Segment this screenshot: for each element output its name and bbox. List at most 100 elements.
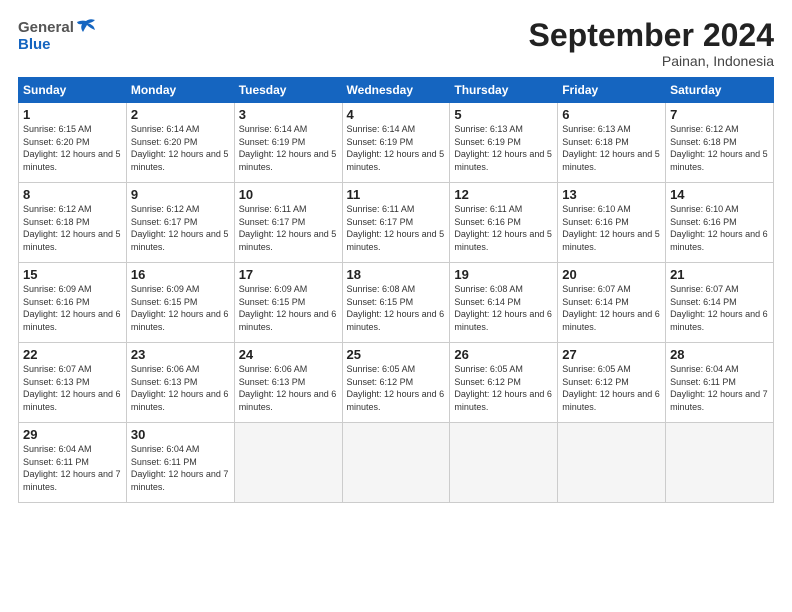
calendar-cell: 4 Sunrise: 6:14 AM Sunset: 6:19 PM Dayli… — [342, 103, 450, 183]
day-info: Sunrise: 6:05 AM Sunset: 6:12 PM Dayligh… — [454, 363, 553, 413]
day-info: Sunrise: 6:14 AM Sunset: 6:19 PM Dayligh… — [239, 123, 338, 173]
day-info: Sunrise: 6:08 AM Sunset: 6:15 PM Dayligh… — [347, 283, 446, 333]
calendar-cell: 21 Sunrise: 6:07 AM Sunset: 6:14 PM Dayl… — [666, 263, 774, 343]
calendar-cell: 9 Sunrise: 6:12 AM Sunset: 6:17 PM Dayli… — [126, 183, 234, 263]
calendar-cell: 12 Sunrise: 6:11 AM Sunset: 6:16 PM Dayl… — [450, 183, 558, 263]
day-number: 9 — [131, 187, 230, 202]
day-info: Sunrise: 6:11 AM Sunset: 6:17 PM Dayligh… — [239, 203, 338, 253]
calendar-cell: 7 Sunrise: 6:12 AM Sunset: 6:18 PM Dayli… — [666, 103, 774, 183]
calendar-cell — [342, 423, 450, 503]
calendar-cell: 27 Sunrise: 6:05 AM Sunset: 6:12 PM Dayl… — [558, 343, 666, 423]
day-number: 27 — [562, 347, 661, 362]
header-friday: Friday — [558, 78, 666, 103]
day-info: Sunrise: 6:14 AM Sunset: 6:20 PM Dayligh… — [131, 123, 230, 173]
title-area: September 2024 Painan, Indonesia — [529, 18, 774, 69]
header-saturday: Saturday — [666, 78, 774, 103]
day-number: 11 — [347, 187, 446, 202]
day-number: 30 — [131, 427, 230, 442]
calendar-cell: 26 Sunrise: 6:05 AM Sunset: 6:12 PM Dayl… — [450, 343, 558, 423]
day-number: 22 — [23, 347, 122, 362]
calendar-cell — [234, 423, 342, 503]
header: General Blue September 2024 Painan, Indo… — [18, 18, 774, 69]
day-info: Sunrise: 6:12 AM Sunset: 6:18 PM Dayligh… — [23, 203, 122, 253]
day-info: Sunrise: 6:07 AM Sunset: 6:13 PM Dayligh… — [23, 363, 122, 413]
day-number: 26 — [454, 347, 553, 362]
day-number: 14 — [670, 187, 769, 202]
day-info: Sunrise: 6:04 AM Sunset: 6:11 PM Dayligh… — [670, 363, 769, 413]
day-info: Sunrise: 6:10 AM Sunset: 6:16 PM Dayligh… — [670, 203, 769, 253]
calendar-cell — [450, 423, 558, 503]
calendar-cell: 18 Sunrise: 6:08 AM Sunset: 6:15 PM Dayl… — [342, 263, 450, 343]
day-info: Sunrise: 6:14 AM Sunset: 6:19 PM Dayligh… — [347, 123, 446, 173]
calendar-cell: 6 Sunrise: 6:13 AM Sunset: 6:18 PM Dayli… — [558, 103, 666, 183]
logo-bird-icon — [75, 18, 97, 36]
calendar-cell: 8 Sunrise: 6:12 AM Sunset: 6:18 PM Dayli… — [19, 183, 127, 263]
weekday-header-row: Sunday Monday Tuesday Wednesday Thursday… — [19, 78, 774, 103]
day-info: Sunrise: 6:07 AM Sunset: 6:14 PM Dayligh… — [670, 283, 769, 333]
day-info: Sunrise: 6:09 AM Sunset: 6:15 PM Dayligh… — [239, 283, 338, 333]
logo-blue-text: Blue — [18, 36, 51, 53]
day-info: Sunrise: 6:04 AM Sunset: 6:11 PM Dayligh… — [23, 443, 122, 493]
calendar-cell — [558, 423, 666, 503]
calendar-cell: 13 Sunrise: 6:10 AM Sunset: 6:16 PM Dayl… — [558, 183, 666, 263]
day-info: Sunrise: 6:08 AM Sunset: 6:14 PM Dayligh… — [454, 283, 553, 333]
calendar-cell: 25 Sunrise: 6:05 AM Sunset: 6:12 PM Dayl… — [342, 343, 450, 423]
calendar-cell: 14 Sunrise: 6:10 AM Sunset: 6:16 PM Dayl… — [666, 183, 774, 263]
header-monday: Monday — [126, 78, 234, 103]
day-info: Sunrise: 6:11 AM Sunset: 6:17 PM Dayligh… — [347, 203, 446, 253]
logo: General Blue — [18, 18, 97, 54]
day-number: 18 — [347, 267, 446, 282]
calendar-week-row: 8 Sunrise: 6:12 AM Sunset: 6:18 PM Dayli… — [19, 183, 774, 263]
calendar-cell: 10 Sunrise: 6:11 AM Sunset: 6:17 PM Dayl… — [234, 183, 342, 263]
day-info: Sunrise: 6:09 AM Sunset: 6:15 PM Dayligh… — [131, 283, 230, 333]
day-info: Sunrise: 6:07 AM Sunset: 6:14 PM Dayligh… — [562, 283, 661, 333]
day-info: Sunrise: 6:13 AM Sunset: 6:19 PM Dayligh… — [454, 123, 553, 173]
calendar-week-row: 15 Sunrise: 6:09 AM Sunset: 6:16 PM Dayl… — [19, 263, 774, 343]
calendar-cell: 11 Sunrise: 6:11 AM Sunset: 6:17 PM Dayl… — [342, 183, 450, 263]
day-number: 21 — [670, 267, 769, 282]
calendar-cell: 15 Sunrise: 6:09 AM Sunset: 6:16 PM Dayl… — [19, 263, 127, 343]
calendar-cell: 3 Sunrise: 6:14 AM Sunset: 6:19 PM Dayli… — [234, 103, 342, 183]
day-info: Sunrise: 6:15 AM Sunset: 6:20 PM Dayligh… — [23, 123, 122, 173]
day-number: 16 — [131, 267, 230, 282]
day-info: Sunrise: 6:12 AM Sunset: 6:17 PM Dayligh… — [131, 203, 230, 253]
day-number: 19 — [454, 267, 553, 282]
day-info: Sunrise: 6:04 AM Sunset: 6:11 PM Dayligh… — [131, 443, 230, 493]
day-number: 25 — [347, 347, 446, 362]
day-number: 10 — [239, 187, 338, 202]
calendar-cell: 5 Sunrise: 6:13 AM Sunset: 6:19 PM Dayli… — [450, 103, 558, 183]
calendar-cell: 2 Sunrise: 6:14 AM Sunset: 6:20 PM Dayli… — [126, 103, 234, 183]
day-info: Sunrise: 6:05 AM Sunset: 6:12 PM Dayligh… — [347, 363, 446, 413]
calendar-cell: 30 Sunrise: 6:04 AM Sunset: 6:11 PM Dayl… — [126, 423, 234, 503]
day-info: Sunrise: 6:06 AM Sunset: 6:13 PM Dayligh… — [131, 363, 230, 413]
day-number: 24 — [239, 347, 338, 362]
calendar-cell: 24 Sunrise: 6:06 AM Sunset: 6:13 PM Dayl… — [234, 343, 342, 423]
day-number: 6 — [562, 107, 661, 122]
day-info: Sunrise: 6:10 AM Sunset: 6:16 PM Dayligh… — [562, 203, 661, 253]
calendar-cell: 22 Sunrise: 6:07 AM Sunset: 6:13 PM Dayl… — [19, 343, 127, 423]
day-number: 8 — [23, 187, 122, 202]
header-tuesday: Tuesday — [234, 78, 342, 103]
calendar-week-row: 29 Sunrise: 6:04 AM Sunset: 6:11 PM Dayl… — [19, 423, 774, 503]
day-number: 1 — [23, 107, 122, 122]
day-info: Sunrise: 6:13 AM Sunset: 6:18 PM Dayligh… — [562, 123, 661, 173]
day-number: 13 — [562, 187, 661, 202]
day-number: 20 — [562, 267, 661, 282]
location: Painan, Indonesia — [529, 53, 774, 69]
day-info: Sunrise: 6:09 AM Sunset: 6:16 PM Dayligh… — [23, 283, 122, 333]
day-info: Sunrise: 6:12 AM Sunset: 6:18 PM Dayligh… — [670, 123, 769, 173]
logo-general-text: General — [18, 19, 74, 36]
day-number: 28 — [670, 347, 769, 362]
day-number: 4 — [347, 107, 446, 122]
calendar-week-row: 22 Sunrise: 6:07 AM Sunset: 6:13 PM Dayl… — [19, 343, 774, 423]
calendar-cell: 23 Sunrise: 6:06 AM Sunset: 6:13 PM Dayl… — [126, 343, 234, 423]
day-number: 17 — [239, 267, 338, 282]
day-number: 23 — [131, 347, 230, 362]
calendar: Sunday Monday Tuesday Wednesday Thursday… — [18, 77, 774, 503]
day-info: Sunrise: 6:11 AM Sunset: 6:16 PM Dayligh… — [454, 203, 553, 253]
page: General Blue September 2024 Painan, Indo… — [0, 0, 792, 612]
header-sunday: Sunday — [19, 78, 127, 103]
calendar-cell: 19 Sunrise: 6:08 AM Sunset: 6:14 PM Dayl… — [450, 263, 558, 343]
calendar-cell: 1 Sunrise: 6:15 AM Sunset: 6:20 PM Dayli… — [19, 103, 127, 183]
day-number: 2 — [131, 107, 230, 122]
